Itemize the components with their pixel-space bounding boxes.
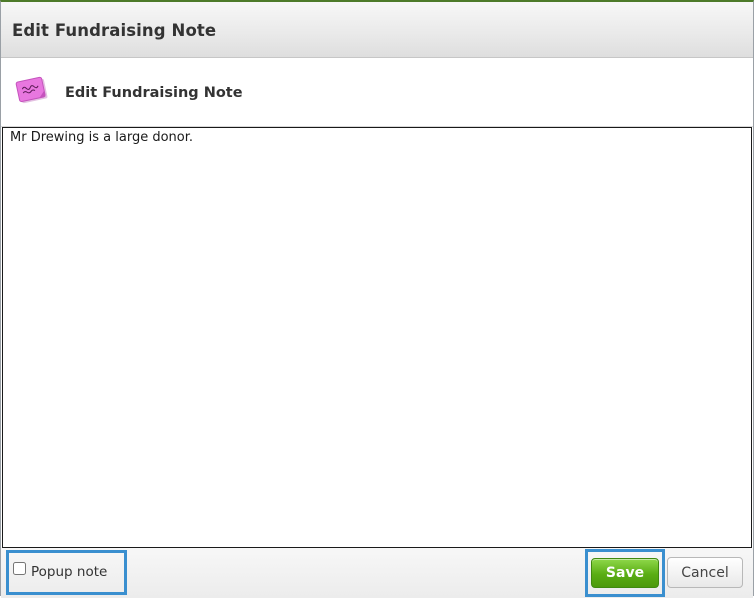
edit-note-dialog: Edit Fundraising Note Edit Fundraising N… [0, 0, 754, 598]
note-header-title: Edit Fundraising Note [65, 85, 243, 101]
dialog-title: Edit Fundraising Note [12, 21, 217, 40]
popup-note-checkbox[interactable] [13, 562, 26, 575]
cancel-button[interactable]: Cancel [667, 557, 743, 588]
note-text-area[interactable] [2, 127, 752, 548]
save-button-highlight: Save [585, 549, 665, 597]
save-button[interactable]: Save [591, 558, 659, 588]
dialog-footer: Popup note Save Cancel [1, 548, 753, 598]
note-header: Edit Fundraising Note [1, 59, 753, 127]
sticky-note-icon [14, 74, 52, 108]
popup-note-label[interactable]: Popup note [31, 564, 107, 580]
popup-note-option[interactable]: Popup note [6, 550, 127, 595]
dialog-title-bar[interactable]: Edit Fundraising Note [1, 2, 753, 58]
